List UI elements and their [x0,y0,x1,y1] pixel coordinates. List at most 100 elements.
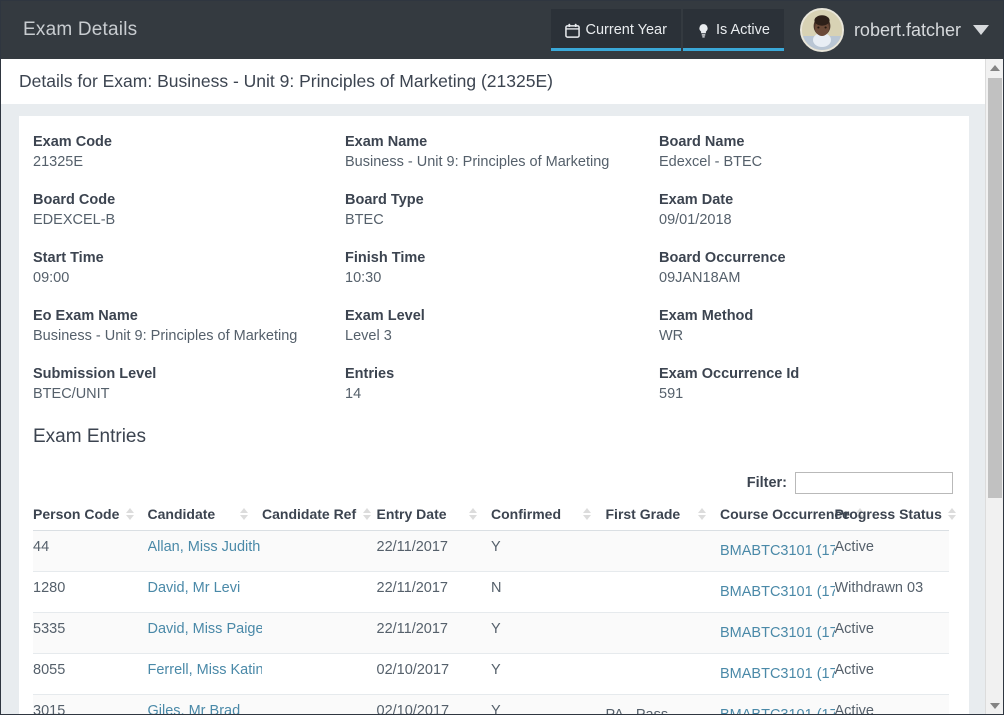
column-header-person-code[interactable]: Person Code [33,500,148,531]
cell-link[interactable]: BMABTC3101 (17/18) [720,707,835,714]
column-header-candidate[interactable]: Candidate [148,500,263,531]
current-year-label: Current Year [586,22,667,38]
cell-confirmed: N [491,572,606,613]
detail-field-value: 09JAN18AM [659,270,955,286]
current-year-button[interactable]: Current Year [551,9,681,51]
column-header-label: Course Occurrence [720,506,850,522]
cell-text: 8055 [33,662,65,678]
cell-first-grade: PA - Pass [606,695,721,715]
cell-candidate-ref [262,531,377,572]
sort-toggle-icon[interactable] [948,508,957,520]
cell-link[interactable]: Giles, Mr Brad [148,703,241,714]
user-menu[interactable]: robert.fatcher [800,8,989,52]
cell-link[interactable]: BMABTC3101 (17/18) [720,625,835,641]
cell-text: 02/10/2017 [377,662,450,678]
cell-link[interactable]: David, Mr Levi [148,580,241,596]
exam-detail-grid: Exam Code21325EExam Name Business - Unit … [19,116,969,424]
cell-progress-status: Active [835,654,950,695]
column-header-entry-date[interactable]: Entry Date [377,500,492,531]
detail-field: Board Occurrence09JAN18AM [659,250,955,308]
cell-text: Active [835,621,875,637]
scroll-up-icon[interactable] [986,59,1003,76]
table-body: 44Allan, Miss Judith22/11/2017YBMABTC310… [33,531,949,715]
detail-field: Exam Code21325E [33,134,345,192]
vertical-scrollbar[interactable] [985,59,1003,714]
sort-toggle-icon[interactable] [697,508,706,520]
avatar [800,8,844,52]
detail-field: Start Time 09:00 [33,250,345,308]
column-header-first-grade[interactable]: First Grade [606,500,721,531]
detail-field-value: 09:00 [33,270,345,286]
calendar-icon [565,23,580,38]
column-header-label: Entry Date [377,506,447,522]
sort-toggle-icon[interactable] [583,508,592,520]
detail-field: Entries14 [345,366,659,424]
lightbulb-icon [697,23,710,38]
is-active-label: Is Active [716,22,770,38]
detail-field-value: Business - Unit 9: Principles of Marketi… [345,154,659,170]
cell-link[interactable]: BMABTC3101 (17/18) [720,666,835,682]
detail-field-label: Exam Date [659,192,955,208]
cell-link[interactable]: Allan, Miss Judith [148,539,261,555]
sort-toggle-icon[interactable] [468,508,477,520]
detail-field-value: Edexcel - BTEC [659,154,955,170]
cell-course-occurrence[interactable]: BMABTC3101 (17/18) [720,572,835,613]
detail-field-value: WR [659,328,955,344]
detail-field-label: Eo Exam Name [33,308,345,324]
cell-link[interactable]: David, Miss Paige [148,621,263,637]
table-header-row: Person CodeCandidateCandidate RefEntry D… [33,500,949,531]
chevron-down-icon[interactable] [973,25,989,35]
app-title: Exam Details [23,19,137,41]
cell-text: Y [491,703,501,714]
cell-candidate[interactable]: David, Mr Levi [148,572,263,613]
sort-toggle-icon[interactable] [362,508,371,520]
detail-field-value: 10:30 [345,270,659,286]
cell-text: 22/11/2017 [377,580,449,596]
cell-person-code: 1280 [33,572,148,613]
cell-candidate[interactable]: Allan, Miss Judith [148,531,263,572]
exam-entries-heading: Exam Entries [19,424,969,448]
cell-text: 02/10/2017 [377,703,450,714]
cell-entry-date: 02/10/2017 [377,695,492,715]
cell-course-occurrence[interactable]: BMABTC3101 (17/18) [720,695,835,715]
cell-confirmed: Y [491,531,606,572]
sort-toggle-icon[interactable] [239,508,248,520]
cell-first-grade [606,572,721,613]
cell-progress-status: Active [835,531,950,572]
detail-field-label: Start Time [33,250,345,266]
cell-link[interactable]: BMABTC3101 (17/18) [720,543,835,559]
filter-input[interactable] [795,472,953,494]
cell-link[interactable]: BMABTC3101 (17/18) [720,584,835,600]
detail-field-value: 591 [659,386,955,402]
detail-field-value: 21325E [33,154,345,170]
column-header-candidate-ref[interactable]: Candidate Ref [262,500,377,531]
cell-course-occurrence[interactable]: BMABTC3101 (17/18) [720,613,835,654]
cell-text: Active [835,539,875,555]
detail-field-value: BTEC/UNIT [33,386,345,402]
detail-field-label: Board Name [659,134,955,150]
detail-field-label: Submission Level [33,366,345,382]
cell-candidate[interactable]: Giles, Mr Brad [148,695,263,715]
cell-progress-status: Active [835,613,950,654]
column-header-course-occurrence[interactable]: Course Occurrence [720,500,835,531]
cell-progress-status: Withdrawn 03 [835,572,950,613]
detail-field-label: Exam Name [345,134,659,150]
scroll-down-icon[interactable] [986,697,1003,714]
column-header-progress-status[interactable]: Progress Status [835,500,950,531]
sort-toggle-icon[interactable] [125,508,134,520]
cell-link[interactable]: Ferrell, Miss Katina [148,662,263,678]
cell-course-occurrence[interactable]: BMABTC3101 (17/18) [720,654,835,695]
exam-details-card: Exam Code21325EExam Name Business - Unit … [19,116,969,714]
is-active-button[interactable]: Is Active [683,9,784,51]
cell-course-occurrence[interactable]: BMABTC3101 (17/18) [720,531,835,572]
cell-candidate-ref [262,613,377,654]
cell-confirmed: Y [491,613,606,654]
column-header-confirmed[interactable]: Confirmed [491,500,606,531]
cell-text: Active [835,662,875,678]
detail-field-value: BTEC [345,212,659,228]
cell-text: 22/11/2017 [377,621,449,637]
scrollbar-thumb[interactable] [988,78,1002,498]
detail-field: Exam Date09/01/2018 [659,192,955,250]
cell-candidate[interactable]: David, Miss Paige [148,613,263,654]
cell-candidate[interactable]: Ferrell, Miss Katina [148,654,263,695]
